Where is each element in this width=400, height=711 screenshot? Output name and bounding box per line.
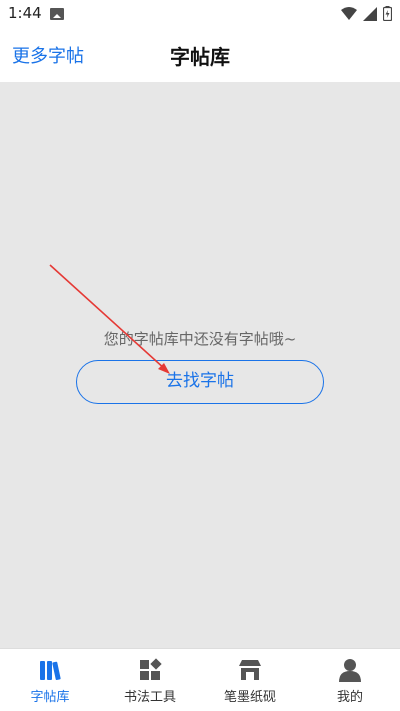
image-icon xyxy=(50,8,64,20)
tab-label: 书法工具 xyxy=(123,690,176,705)
grid-tools-icon xyxy=(140,658,162,680)
battery-charging-icon xyxy=(383,6,392,21)
status-icons xyxy=(341,6,392,21)
tab-label: 字帖库 xyxy=(30,690,70,705)
status-time: 1:44 xyxy=(8,4,42,22)
tab-pen-ink-paper[interactable]: 笔墨纸砚 xyxy=(200,649,300,711)
library-content: 您的字帖库中还没有字帖哦~ 去找字帖 xyxy=(0,82,400,648)
books-icon xyxy=(40,661,61,681)
annotation-arrow xyxy=(49,264,170,374)
tab-calligraphy-tools[interactable]: 书法工具 xyxy=(100,649,200,711)
tab-label: 我的 xyxy=(336,690,363,705)
header: 更多字帖 字帖库 xyxy=(0,28,400,82)
status-bar: 1:44 xyxy=(0,0,400,28)
bottom-tab-bar: 字帖库 书法工具 笔墨纸砚 我的 xyxy=(0,648,400,711)
person-icon xyxy=(339,659,361,682)
store-icon xyxy=(239,660,261,680)
page-title: 字帖库 xyxy=(170,45,230,69)
tab-copybook-library[interactable]: 字帖库 xyxy=(0,649,100,711)
tab-mine[interactable]: 我的 xyxy=(300,649,400,711)
tab-label: 笔墨纸砚 xyxy=(223,690,276,705)
signal-icon xyxy=(363,6,377,21)
wifi-icon xyxy=(341,6,357,20)
